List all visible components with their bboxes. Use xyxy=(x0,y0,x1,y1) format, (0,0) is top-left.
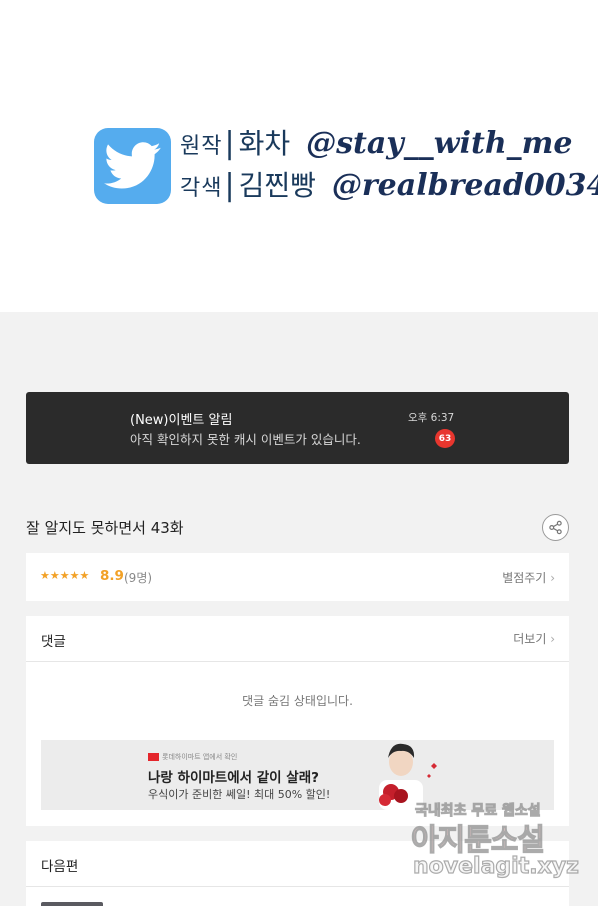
credit-handle: @realbread0034 xyxy=(331,168,598,203)
next-episode-thumbnail[interactable] xyxy=(41,902,103,906)
notification-body: 아직 확인하지 못한 캐시 이벤트가 있습니다. xyxy=(130,432,361,447)
event-notification[interactable]: (New)이벤트 알림 아직 확인하지 못한 캐시 이벤트가 있습니다. 오후 … xyxy=(26,392,569,464)
chevron-right-icon: › xyxy=(550,632,555,646)
next-episode-header: 다음편 xyxy=(41,859,79,875)
chevron-right-icon: › xyxy=(550,571,555,585)
episode-title: 잘 알지도 못하면서 43화 xyxy=(26,519,184,537)
credits-panel: 원작 | 화차 @stay__with_me 각색 | 김찐빵 @realbre… xyxy=(0,0,598,312)
ad-brand-text: 롯데하이마트 앱에서 확인 xyxy=(162,753,238,761)
credit-role: 각색 xyxy=(180,176,223,201)
comments-card: 댓글 더보기 › 댓글 숨김 상태입니다. 롯데하이마트 앱에서 확인 나랑 하… xyxy=(26,616,569,826)
share-button[interactable] xyxy=(542,514,569,541)
credit-separator: | xyxy=(224,126,235,161)
credit-original: 원작 | 화차 @stay__with_me xyxy=(180,122,572,162)
ad-banner[interactable]: 롯데하이마트 앱에서 확인 나랑 하이마트에서 같이 살래? 우식이가 준비한 … xyxy=(41,740,554,810)
credit-handle: @stay__with_me xyxy=(306,126,573,161)
divider xyxy=(26,886,569,887)
credit-name: 김찐빵 xyxy=(238,169,316,202)
credit-name: 화차 xyxy=(238,127,291,160)
comments-hidden-message: 댓글 숨김 상태입니다. xyxy=(242,694,353,708)
notification-time: 오후 6:37 xyxy=(408,412,455,424)
rate-button[interactable]: 별점주기 › xyxy=(502,569,555,586)
notification-title: (New)이벤트 알림 xyxy=(130,413,233,428)
rating-card: ★★★★★ 8.9 (9명) 별점주기 › xyxy=(26,553,569,601)
ad-brand: 롯데하이마트 앱에서 확인 xyxy=(148,752,237,762)
himart-logo-icon xyxy=(148,753,159,761)
rating-score: 8.9 xyxy=(100,568,124,584)
credit-separator: | xyxy=(224,168,235,203)
ad-title: 나랑 하이마트에서 같이 살래? xyxy=(148,770,319,786)
rate-button-label: 별점주기 xyxy=(502,571,547,585)
divider xyxy=(26,661,569,662)
comments-header: 댓글 xyxy=(41,634,66,650)
ad-person-image xyxy=(379,743,437,810)
rating-count: (9명) xyxy=(124,571,153,585)
share-icon xyxy=(549,520,562,535)
webtoon-viewer: 원작 | 화차 @stay__with_me 각색 | 김찐빵 @realbre… xyxy=(0,0,598,906)
credit-role: 원작 xyxy=(180,134,223,159)
notification-badge: 63 xyxy=(435,429,455,448)
twitter-bird-icon xyxy=(94,128,171,204)
ad-subtitle: 우식이가 준비한 쎄일! 최대 50% 할인! xyxy=(148,788,331,801)
more-label: 더보기 xyxy=(513,632,547,646)
next-episode-card: 다음편 xyxy=(26,841,569,906)
comments-more-button[interactable]: 더보기 › xyxy=(513,630,555,647)
star-rating-icon: ★★★★★ xyxy=(40,569,90,582)
credit-adaptation: 각색 | 김찐빵 @realbread0034 xyxy=(180,164,598,204)
